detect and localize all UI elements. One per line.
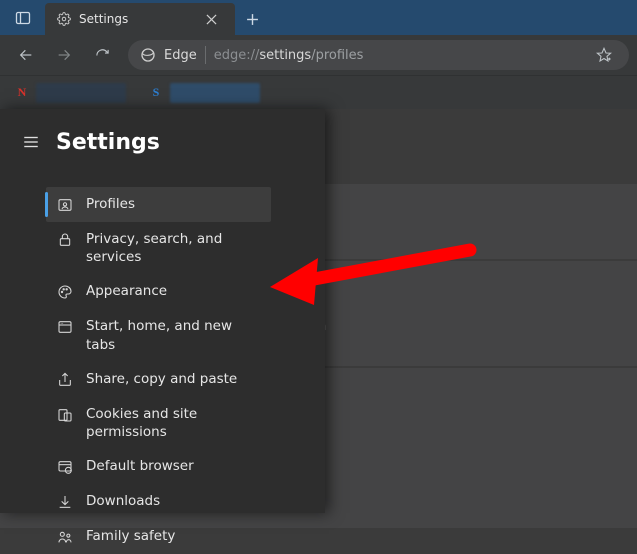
lock-icon	[56, 231, 74, 249]
nav-label: Family safety	[86, 527, 175, 545]
forward-button[interactable]	[46, 37, 82, 73]
address-bar[interactable]: Edge edge://settings/profiles	[128, 40, 629, 70]
title-bar: Settings	[0, 0, 637, 35]
close-tab-button[interactable]	[199, 7, 223, 31]
bookmark-label-redacted	[170, 83, 260, 103]
address-brand: Edge	[164, 48, 197, 63]
bookmark-label-redacted	[36, 83, 126, 103]
content-area: n Settings Profiles Privacy, search, and…	[0, 109, 637, 513]
share-icon	[56, 371, 74, 389]
paint-icon	[56, 283, 74, 301]
family-icon	[56, 528, 74, 546]
nav-cookies[interactable]: Cookies and site permissions	[46, 397, 271, 449]
nav-label: Cookies and site permissions	[86, 405, 261, 441]
browser-icon	[56, 458, 74, 476]
tab-title: Settings	[79, 12, 128, 26]
nav-label: Start, home, and new tabs	[86, 317, 261, 353]
permissions-icon	[56, 406, 74, 424]
bookmark-item[interactable]: N	[6, 80, 134, 106]
nav-label: Privacy, search, and services	[86, 230, 261, 266]
bookmark-item[interactable]: S	[140, 80, 268, 106]
window-icon	[56, 318, 74, 336]
edge-icon	[140, 47, 156, 63]
settings-nav: Profiles Privacy, search, and services A…	[46, 187, 271, 554]
address-url: edge://settings/profiles	[214, 48, 364, 63]
new-tab-button[interactable]	[235, 3, 269, 35]
profile-icon	[56, 196, 74, 214]
nav-label: Downloads	[86, 492, 160, 510]
nav-default-browser[interactable]: Default browser	[46, 449, 271, 484]
nav-start[interactable]: Start, home, and new tabs	[46, 309, 271, 361]
nav-share[interactable]: Share, copy and paste	[46, 362, 271, 397]
nav-profiles[interactable]: Profiles	[46, 187, 271, 222]
settings-sidebar: Settings Profiles Privacy, search, and s…	[0, 109, 325, 513]
nav-label: Share, copy and paste	[86, 370, 237, 388]
nav-downloads[interactable]: Downloads	[46, 484, 271, 519]
bookmarks-bar: N S	[0, 75, 637, 109]
bookmark-icon: S	[148, 85, 164, 101]
toolbar: Edge edge://settings/profiles	[0, 35, 637, 75]
nav-label: Appearance	[86, 282, 167, 300]
tab-actions-button[interactable]	[0, 0, 45, 35]
tab-settings[interactable]: Settings	[45, 3, 235, 35]
back-button[interactable]	[8, 37, 44, 73]
nav-label: Profiles	[86, 195, 135, 213]
address-divider	[205, 46, 206, 64]
nav-family[interactable]: Family safety	[46, 519, 271, 554]
page-title: Settings	[56, 130, 160, 155]
nav-privacy[interactable]: Privacy, search, and services	[46, 222, 271, 274]
bookmark-icon: N	[14, 85, 30, 101]
menu-icon[interactable]	[16, 127, 46, 157]
gear-icon	[57, 12, 71, 26]
favorite-button[interactable]	[591, 42, 617, 68]
nav-appearance[interactable]: Appearance	[46, 274, 271, 309]
download-icon	[56, 493, 74, 511]
refresh-button[interactable]	[84, 37, 120, 73]
nav-label: Default browser	[86, 457, 194, 475]
